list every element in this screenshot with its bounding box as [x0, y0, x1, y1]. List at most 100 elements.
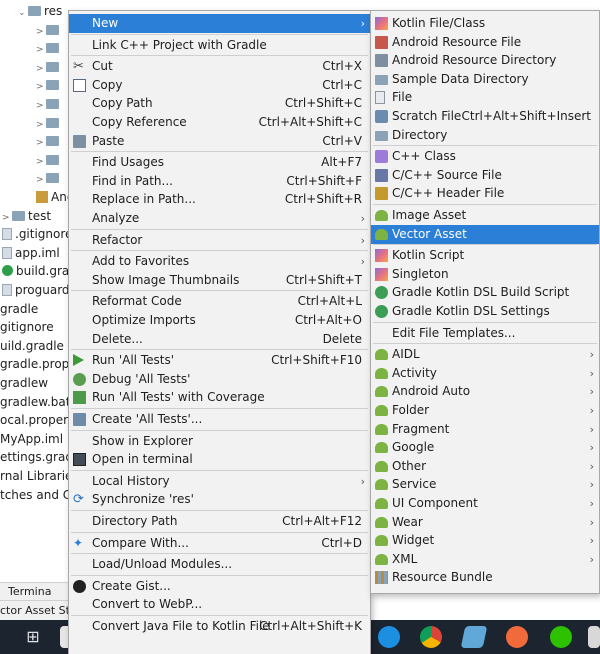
tree-item[interactable]: >: [36, 21, 62, 40]
tree-item[interactable]: gitignore: [0, 318, 54, 337]
notes-icon[interactable]: [460, 626, 488, 648]
cpp-class-icon: [375, 150, 388, 164]
menu-item-other[interactable]: Other ›: [371, 457, 599, 476]
menu-item-directory-path[interactable]: Directory Path Ctrl+Alt+F12: [69, 512, 370, 531]
tree-item[interactable]: gradlew: [0, 374, 48, 393]
android-icon: [375, 423, 388, 435]
menu-item-open-in-terminal[interactable]: Open in terminal: [69, 450, 370, 469]
menu-item-google[interactable]: Google ›: [371, 438, 599, 457]
menu-item-sample-data-directory[interactable]: Sample Data Directory: [371, 70, 599, 89]
menu-item-refactor[interactable]: Refactor ›: [69, 231, 370, 250]
menu-item-copy-reference[interactable]: Copy Reference Ctrl+Alt+Shift+C: [69, 113, 370, 132]
menu-separator: [71, 250, 368, 252]
menu-item-compare-with[interactable]: ✦ Compare With... Ctrl+D: [69, 534, 370, 553]
tree-item[interactable]: MyApp.iml: [0, 430, 63, 449]
chrome-icon[interactable]: [420, 626, 442, 648]
menu-item-android-resource-directory[interactable]: Android Resource Directory: [371, 51, 599, 70]
menu-item-file[interactable]: File: [371, 88, 599, 107]
menu-item-synchronize-res[interactable]: ⟳ Synchronize 'res': [69, 490, 370, 509]
menu-item-kotlin-script[interactable]: Kotlin Script: [371, 246, 599, 265]
tree-item[interactable]: >: [36, 95, 62, 114]
tree-item[interactable]: >: [36, 114, 62, 133]
menu-item-run-all-tests[interactable]: Run 'All Tests' Ctrl+Shift+F10: [69, 351, 370, 370]
menu-item-vector-asset[interactable]: Vector Asset: [371, 224, 599, 244]
terminal-tab-label[interactable]: Termina: [8, 585, 51, 598]
menu-item-load-unload-modules[interactable]: Load/Unload Modules...: [69, 555, 370, 574]
menu-item-convert-to-webp[interactable]: Convert to WebP...: [69, 595, 370, 614]
menu-item-edit-file-templates[interactable]: Edit File Templates...: [371, 324, 599, 343]
menu-item-directory[interactable]: Directory: [371, 126, 599, 145]
menu-item-find-usages[interactable]: Find Usages Alt+F7: [69, 153, 370, 172]
menu-item-new[interactable]: New ›: [69, 14, 370, 33]
tree-item[interactable]: >: [36, 169, 62, 188]
menu-item-android-resource-file[interactable]: Android Resource File: [371, 33, 599, 52]
menu-item-singleton[interactable]: Singleton: [371, 265, 599, 284]
submenu-arrow-icon: ›: [589, 404, 594, 417]
menu-item-ui-component[interactable]: UI Component ›: [371, 494, 599, 513]
menu-item-resource-bundle[interactable]: Resource Bundle: [371, 568, 599, 587]
menu-item-folder[interactable]: Folder ›: [371, 401, 599, 420]
menu-item-c-c-source-file[interactable]: C/C++ Source File: [371, 166, 599, 185]
menu-item-copy-path[interactable]: Copy Path Ctrl+Shift+C: [69, 94, 370, 113]
menu-item-android-auto[interactable]: Android Auto ›: [371, 382, 599, 401]
menu-item-aidl[interactable]: AIDL ›: [371, 345, 599, 364]
menu-item-show-in-explorer[interactable]: Show in Explorer: [69, 432, 370, 451]
tree-item[interactable]: app.iml: [2, 244, 60, 263]
menu-item-gradle-kotlin-dsl-build-script[interactable]: Gradle Kotlin DSL Build Script: [371, 283, 599, 302]
tree-item[interactable]: >: [36, 58, 62, 77]
tree-item[interactable]: proguard-: [2, 281, 74, 300]
tree-item[interactable]: >: [36, 76, 62, 95]
menu-item-paste[interactable]: Paste Ctrl+V: [69, 132, 370, 151]
menu-item-reformat-code[interactable]: Reformat Code Ctrl+Alt+L: [69, 292, 370, 311]
android-icon: [375, 367, 388, 379]
tree-item[interactable]: uild.gradle: [0, 337, 64, 356]
menu-item-wear[interactable]: Wear ›: [371, 513, 599, 532]
windows-icon[interactable]: ⊞: [22, 626, 44, 648]
menu-item-local-history[interactable]: Local History ›: [69, 472, 370, 491]
menu-item-analyze[interactable]: Analyze ›: [69, 209, 370, 228]
tree-item[interactable]: gradle: [0, 300, 38, 319]
menu-item-replace-in-path[interactable]: Replace in Path... Ctrl+Shift+R: [69, 190, 370, 209]
tree-item[interactable]: tches and Co: [0, 486, 78, 505]
menu-item-activity[interactable]: Activity ›: [371, 364, 599, 383]
menu-item-service[interactable]: Service ›: [371, 475, 599, 494]
menu-item-create-gist[interactable]: Create Gist...: [69, 577, 370, 596]
menu-item-delete[interactable]: Delete... Delete: [69, 330, 370, 349]
menu-item-widget[interactable]: Widget ›: [371, 531, 599, 550]
tree-item[interactable]: > test: [2, 207, 51, 226]
menu-item-debug-all-tests[interactable]: Debug 'All Tests': [69, 370, 370, 389]
menu-item-scratch-file[interactable]: Scratch File Ctrl+Alt+Shift+Insert: [371, 107, 599, 126]
submenu-arrow-icon: ›: [589, 459, 594, 473]
menu-item-label: Widget: [392, 533, 435, 548]
menu-item-cut[interactable]: ✂ Cut Ctrl+X: [69, 57, 370, 76]
menu-item-fragment[interactable]: Fragment ›: [371, 420, 599, 439]
chevron-down-icon[interactable]: ⌄: [18, 4, 28, 23]
tree-item[interactable]: >: [36, 151, 62, 170]
tree-item[interactable]: >: [36, 132, 62, 151]
menu-item-kotlin-file-class[interactable]: Kotlin File/Class: [371, 14, 599, 33]
tree-item[interactable]: rnal Libraries: [0, 467, 79, 486]
menu-item-image-asset[interactable]: Image Asset: [371, 206, 599, 225]
menu-item-optimize-imports[interactable]: Optimize Imports Ctrl+Alt+O: [69, 311, 370, 330]
menu-item-xml[interactable]: XML ›: [371, 550, 599, 569]
menu-item-copy[interactable]: Copy Ctrl+C: [69, 76, 370, 95]
menu-item-convert-java-file-to-kotlin-file[interactable]: Convert Java File to Kotlin File Ctrl+Alt…: [69, 617, 370, 636]
taskbar-app-icon[interactable]: [588, 626, 600, 648]
singleton-icon: [375, 267, 388, 281]
menu-item-c-c-header-file[interactable]: C/C++ Header File: [371, 184, 599, 203]
menu-item-c-class[interactable]: C++ Class: [371, 147, 599, 166]
browser-icon[interactable]: [506, 626, 528, 648]
tree-item[interactable]: gradlew.bat: [0, 393, 70, 412]
app2-icon[interactable]: [378, 626, 400, 648]
tree-item[interactable]: >: [36, 39, 62, 58]
menu-item-add-to-favorites[interactable]: Add to Favorites ›: [69, 252, 370, 271]
tree-item[interactable]: ⌄ res: [18, 2, 62, 21]
menu-item-link-c-project-with-gradle[interactable]: Link C++ Project with Gradle: [69, 36, 370, 55]
menu-item-show-image-thumbnails[interactable]: Show Image Thumbnails Ctrl+Shift+T: [69, 271, 370, 290]
menu-item-run-all-tests-with-coverage[interactable]: Run 'All Tests' with Coverage: [69, 388, 370, 407]
wechat-icon[interactable]: [550, 626, 572, 648]
tree-item[interactable]: .gitignore: [2, 225, 72, 244]
menu-item-gradle-kotlin-dsl-settings[interactable]: Gradle Kotlin DSL Settings: [371, 302, 599, 321]
menu-item-create-all-tests[interactable]: Create 'All Tests'...: [69, 410, 370, 429]
menu-item-find-in-path[interactable]: Find in Path... Ctrl+Shift+F: [69, 172, 370, 191]
